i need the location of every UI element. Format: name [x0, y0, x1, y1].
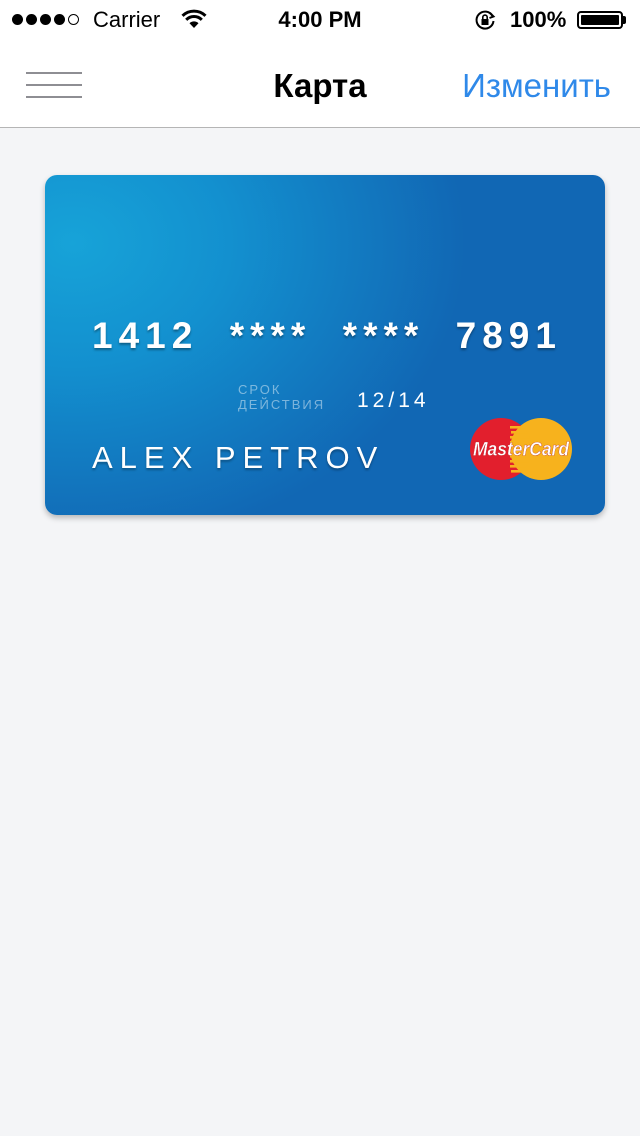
- edit-button[interactable]: Изменить: [462, 67, 611, 105]
- mastercard-logo-icon: MasterCard: [470, 418, 572, 480]
- expiry-date: 12/14: [357, 389, 430, 412]
- status-bar: Carrier 4:00 PM 100%: [0, 0, 640, 40]
- battery-tip: [623, 16, 626, 24]
- navigation-bar: Карта Изменить: [0, 40, 640, 128]
- battery-percentage: 100%: [510, 7, 567, 32]
- orientation-lock-icon: [475, 10, 496, 30]
- card-holder-name: ALEX PETROV: [92, 440, 385, 475]
- credit-card[interactable]: 1412 **** **** 7891 СРОК ДЕЙСТВИЯ 12/14 …: [45, 175, 605, 515]
- mastercard-logo-text: MasterCard: [473, 440, 569, 461]
- card-number: 1412 **** **** 7891: [92, 315, 562, 357]
- expiry-label-line-1: СРОК: [238, 382, 282, 397]
- expiry-label: СРОК ДЕЙСТВИЯ: [238, 382, 348, 412]
- expiry-label-line-2: ДЕЙСТВИЯ: [238, 397, 326, 412]
- card-number-group-2: ****: [229, 315, 312, 356]
- card-number-group-3: ****: [342, 315, 425, 356]
- battery-icon: [577, 11, 623, 29]
- card-number-group-1: 1412: [92, 315, 199, 356]
- hamburger-menu-icon[interactable]: [26, 70, 82, 100]
- card-number-group-4: 7891: [455, 315, 562, 356]
